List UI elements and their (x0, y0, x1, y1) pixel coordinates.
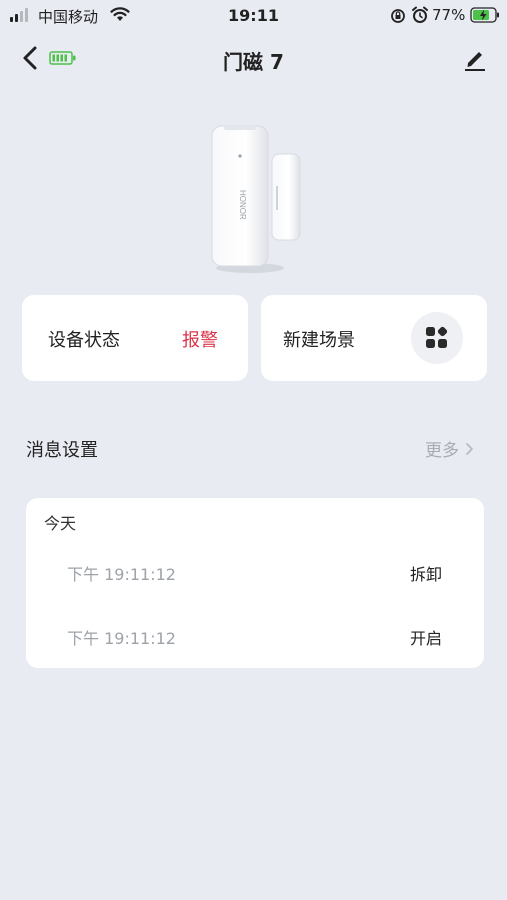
edit-icon[interactable] (463, 46, 487, 72)
status-time: 19:11 (228, 6, 279, 25)
page-title: 门磁 7 (223, 50, 284, 74)
more-link[interactable]: 更多 (425, 436, 475, 461)
new-scene-card[interactable]: 新建场景 (261, 295, 487, 381)
scene-grid-icon[interactable] (411, 312, 463, 364)
event-log-card: 今天 下午 19:11:12 拆卸 下午 19:11:12 开启 (26, 498, 484, 668)
svg-text:HONOR: HONOR (238, 190, 247, 220)
door-sensor-image: HONOR (200, 118, 310, 278)
log-day-header: 今天 (44, 514, 77, 533)
status-bar: 中国移动 19:11 77% (0, 0, 507, 30)
alarm-icon (411, 6, 429, 28)
log-entry-event: 开启 (409, 629, 442, 648)
more-label: 更多 (425, 441, 459, 461)
battery-percent: 77% (432, 6, 466, 24)
battery-charging-icon (470, 7, 500, 27)
orientation-lock-icon (390, 8, 406, 28)
chevron-right-icon (466, 442, 474, 455)
message-settings-label: 消息设置 (26, 440, 98, 461)
device-status-card[interactable]: 设备状态 报警 (22, 295, 248, 381)
device-status-value: 报警 (182, 330, 218, 351)
new-scene-label: 新建场景 (283, 330, 355, 351)
log-entry-time: 下午 19:11:12 (67, 565, 176, 584)
log-entry-time: 下午 19:11:12 (67, 629, 176, 648)
device-status-label: 设备状态 (48, 330, 120, 351)
log-entry-event: 拆卸 (409, 565, 442, 584)
